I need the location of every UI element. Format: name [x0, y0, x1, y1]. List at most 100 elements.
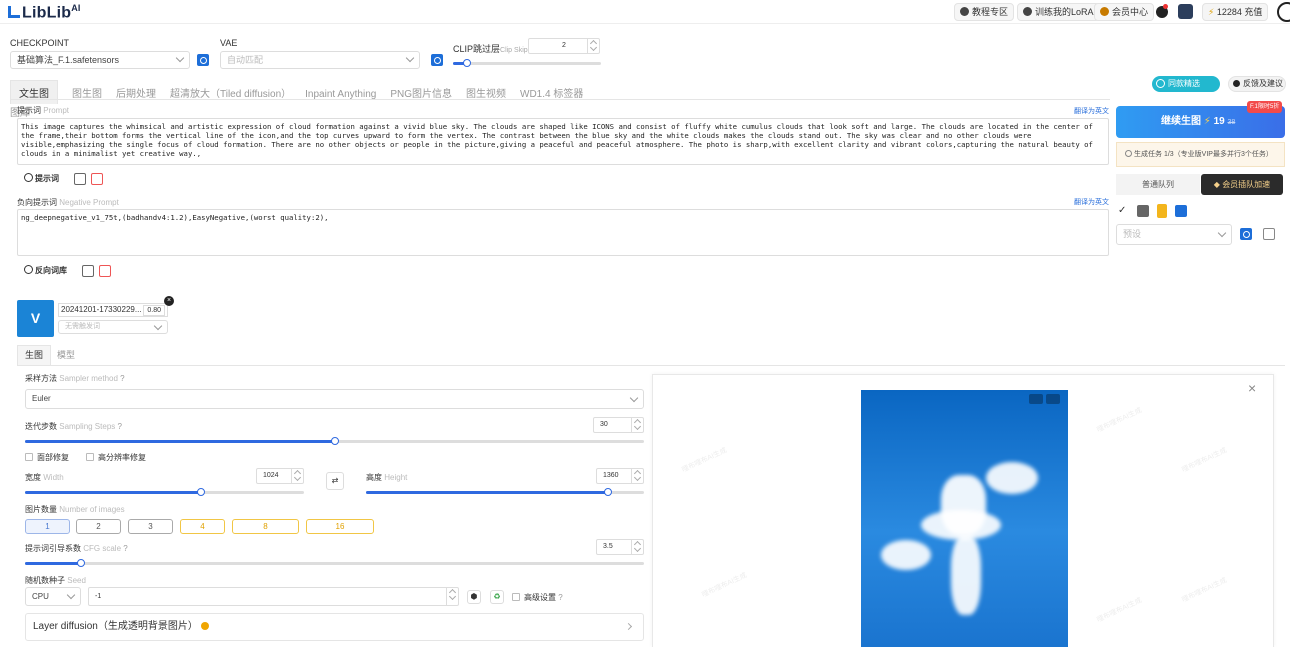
clipboard-icon[interactable]	[1157, 204, 1167, 218]
tab-img2video[interactable]: 图生视频	[466, 85, 506, 100]
chevron-down-icon	[629, 393, 639, 403]
tabs-divider	[10, 99, 1110, 100]
nav-member[interactable]: 会员中心	[1094, 3, 1155, 21]
translate-negative-link[interactable]: 翻译为英文	[1074, 197, 1109, 207]
stepper-icon[interactable]	[631, 469, 643, 483]
avatar[interactable]	[1178, 4, 1193, 19]
hires-fix[interactable]: 高分辨率修复	[86, 452, 146, 463]
stepper-icon[interactable]	[291, 469, 303, 483]
hires-fix-checkbox[interactable]	[86, 453, 94, 461]
magic-icon	[24, 173, 33, 182]
tab-png-info[interactable]: PNG图片信息	[390, 85, 452, 100]
face-restore[interactable]: 面部修复	[25, 452, 69, 463]
seed-device-select[interactable]: CPU	[25, 587, 81, 606]
diamond-icon: ◆	[1213, 180, 1220, 189]
main-tabs: 文生图 图生图 后期处理 超清放大（Tiled diffusion） Inpaint A…	[10, 80, 610, 119]
dislike-icon[interactable]	[1046, 394, 1060, 404]
feedback-button[interactable]: 反馈及建议	[1228, 76, 1286, 92]
like-icon[interactable]	[1029, 394, 1043, 404]
close-icon[interactable]: ×	[1248, 380, 1256, 396]
advanced-settings[interactable]: 高级设置 ?	[512, 592, 563, 603]
trash-icon[interactable]	[99, 265, 111, 277]
copy-icon[interactable]	[82, 265, 94, 277]
seed-input[interactable]: -1	[88, 587, 459, 606]
height-input[interactable]: 1360	[596, 468, 644, 484]
chevron-down-icon	[175, 53, 185, 63]
prompt-tool-button[interactable]: 提示词	[24, 173, 59, 184]
clip-slider[interactable]	[453, 59, 601, 67]
seed-label: 随机数种子 Seed	[25, 576, 86, 585]
nav-tutorial[interactable]: 教程专区	[954, 3, 1015, 21]
lora-trigger-select[interactable]: 无需触发词	[58, 320, 168, 334]
tab-img2img[interactable]: 图生图	[72, 85, 102, 100]
negative-textarea[interactable]: ng_deepnegative_v1_75t,(badhandv4:1.2),E…	[17, 209, 1109, 256]
refresh-preset-icon[interactable]	[1240, 228, 1252, 240]
images-option-4[interactable]: 4	[180, 519, 225, 534]
logo[interactable]: LibLibAI	[8, 3, 81, 22]
tab-tiled-diffusion[interactable]: 超清放大（Tiled diffusion）	[170, 85, 291, 100]
same-style-button[interactable]: 同款精选	[1152, 76, 1220, 92]
cfg-input[interactable]: 3.5	[596, 539, 644, 555]
width-input[interactable]: 1024	[256, 468, 304, 484]
checkpoint-select[interactable]: 基础算法_F.1.safetensors	[10, 51, 190, 69]
steps-slider[interactable]	[25, 437, 644, 445]
close-icon[interactable]: ×	[164, 296, 174, 306]
check-icon[interactable]: ✓	[1118, 205, 1130, 217]
tab-postprocess[interactable]: 后期处理	[116, 85, 156, 100]
refresh-vae-icon[interactable]	[431, 54, 443, 66]
cloud-shape	[986, 462, 1038, 494]
refresh-checkpoint-icon[interactable]	[197, 54, 209, 66]
face-restore-checkbox[interactable]	[25, 453, 33, 461]
images-option-3[interactable]: 3	[128, 519, 173, 534]
stepper-icon[interactable]	[587, 39, 599, 53]
dice-icon[interactable]: ⬢	[467, 590, 481, 604]
layer-diffusion-panel[interactable]: Layer diffusion（生成透明背景图片）	[25, 613, 644, 641]
steps-input[interactable]: 30	[593, 417, 644, 433]
crown-icon	[1100, 7, 1109, 16]
prompt-label: 提示词 Prompt	[17, 106, 70, 115]
images-option-16[interactable]: 16	[306, 519, 374, 534]
trash-icon[interactable]	[1137, 205, 1149, 217]
images-option-2[interactable]: 2	[76, 519, 121, 534]
copy-icon[interactable]	[74, 173, 86, 185]
nav-train-lora[interactable]: 训练我的LoRA	[1017, 3, 1100, 21]
subtab-generate[interactable]: 生图	[17, 345, 51, 365]
negative-tool-button[interactable]: 反向词库	[24, 265, 67, 276]
stepper-icon[interactable]	[631, 540, 643, 554]
stepper-icon[interactable]	[446, 588, 458, 605]
lora-thumbnail[interactable]: V	[17, 300, 54, 337]
notification-dot	[1163, 4, 1168, 9]
vae-select[interactable]: 自动匹配	[220, 51, 420, 69]
images-option-8[interactable]: 8	[232, 519, 299, 534]
tab-txt2img[interactable]: 文生图	[10, 80, 58, 104]
advanced-checkbox[interactable]	[512, 593, 520, 601]
help-icon: ?	[123, 544, 128, 553]
clip-skip-input[interactable]: 2	[528, 38, 600, 54]
generated-image[interactable]	[861, 390, 1068, 647]
vip-queue-button[interactable]: ◆ 会员插队加速	[1201, 174, 1283, 195]
height-slider[interactable]	[366, 488, 644, 496]
stepper-icon[interactable]	[631, 418, 643, 432]
swap-dimensions-icon[interactable]: ⇄	[326, 472, 344, 490]
trash-icon[interactable]	[91, 173, 103, 185]
train-icon	[1023, 7, 1032, 16]
user-menu-icon[interactable]	[1277, 2, 1290, 22]
apply-style-icon[interactable]	[1175, 205, 1187, 217]
tab-wd14-tagger[interactable]: WD1.4 标签器	[520, 85, 583, 100]
credits-badge[interactable]: ⚡ 12284 充值	[1202, 3, 1269, 21]
recycle-icon[interactable]: ♻	[490, 590, 504, 604]
help-icon: ?	[120, 374, 125, 383]
normal-queue-button[interactable]: 普通队列	[1116, 174, 1200, 195]
translate-prompt-link[interactable]: 翻译为英文	[1074, 106, 1109, 116]
loading-icon	[1125, 150, 1132, 157]
sampler-select[interactable]: Euler	[25, 389, 644, 409]
preset-select[interactable]: 预设	[1116, 224, 1232, 245]
prompt-textarea[interactable]: This image captures the whimsical and ar…	[17, 118, 1109, 165]
subtab-model[interactable]: 模型	[57, 348, 75, 361]
cfg-slider[interactable]	[25, 559, 644, 567]
discount-badge: F.1限时5折	[1247, 101, 1283, 113]
subtab-divider	[17, 365, 1285, 366]
images-option-1[interactable]: 1	[25, 519, 70, 534]
width-slider[interactable]	[25, 488, 304, 496]
edit-preset-icon[interactable]	[1263, 228, 1275, 240]
